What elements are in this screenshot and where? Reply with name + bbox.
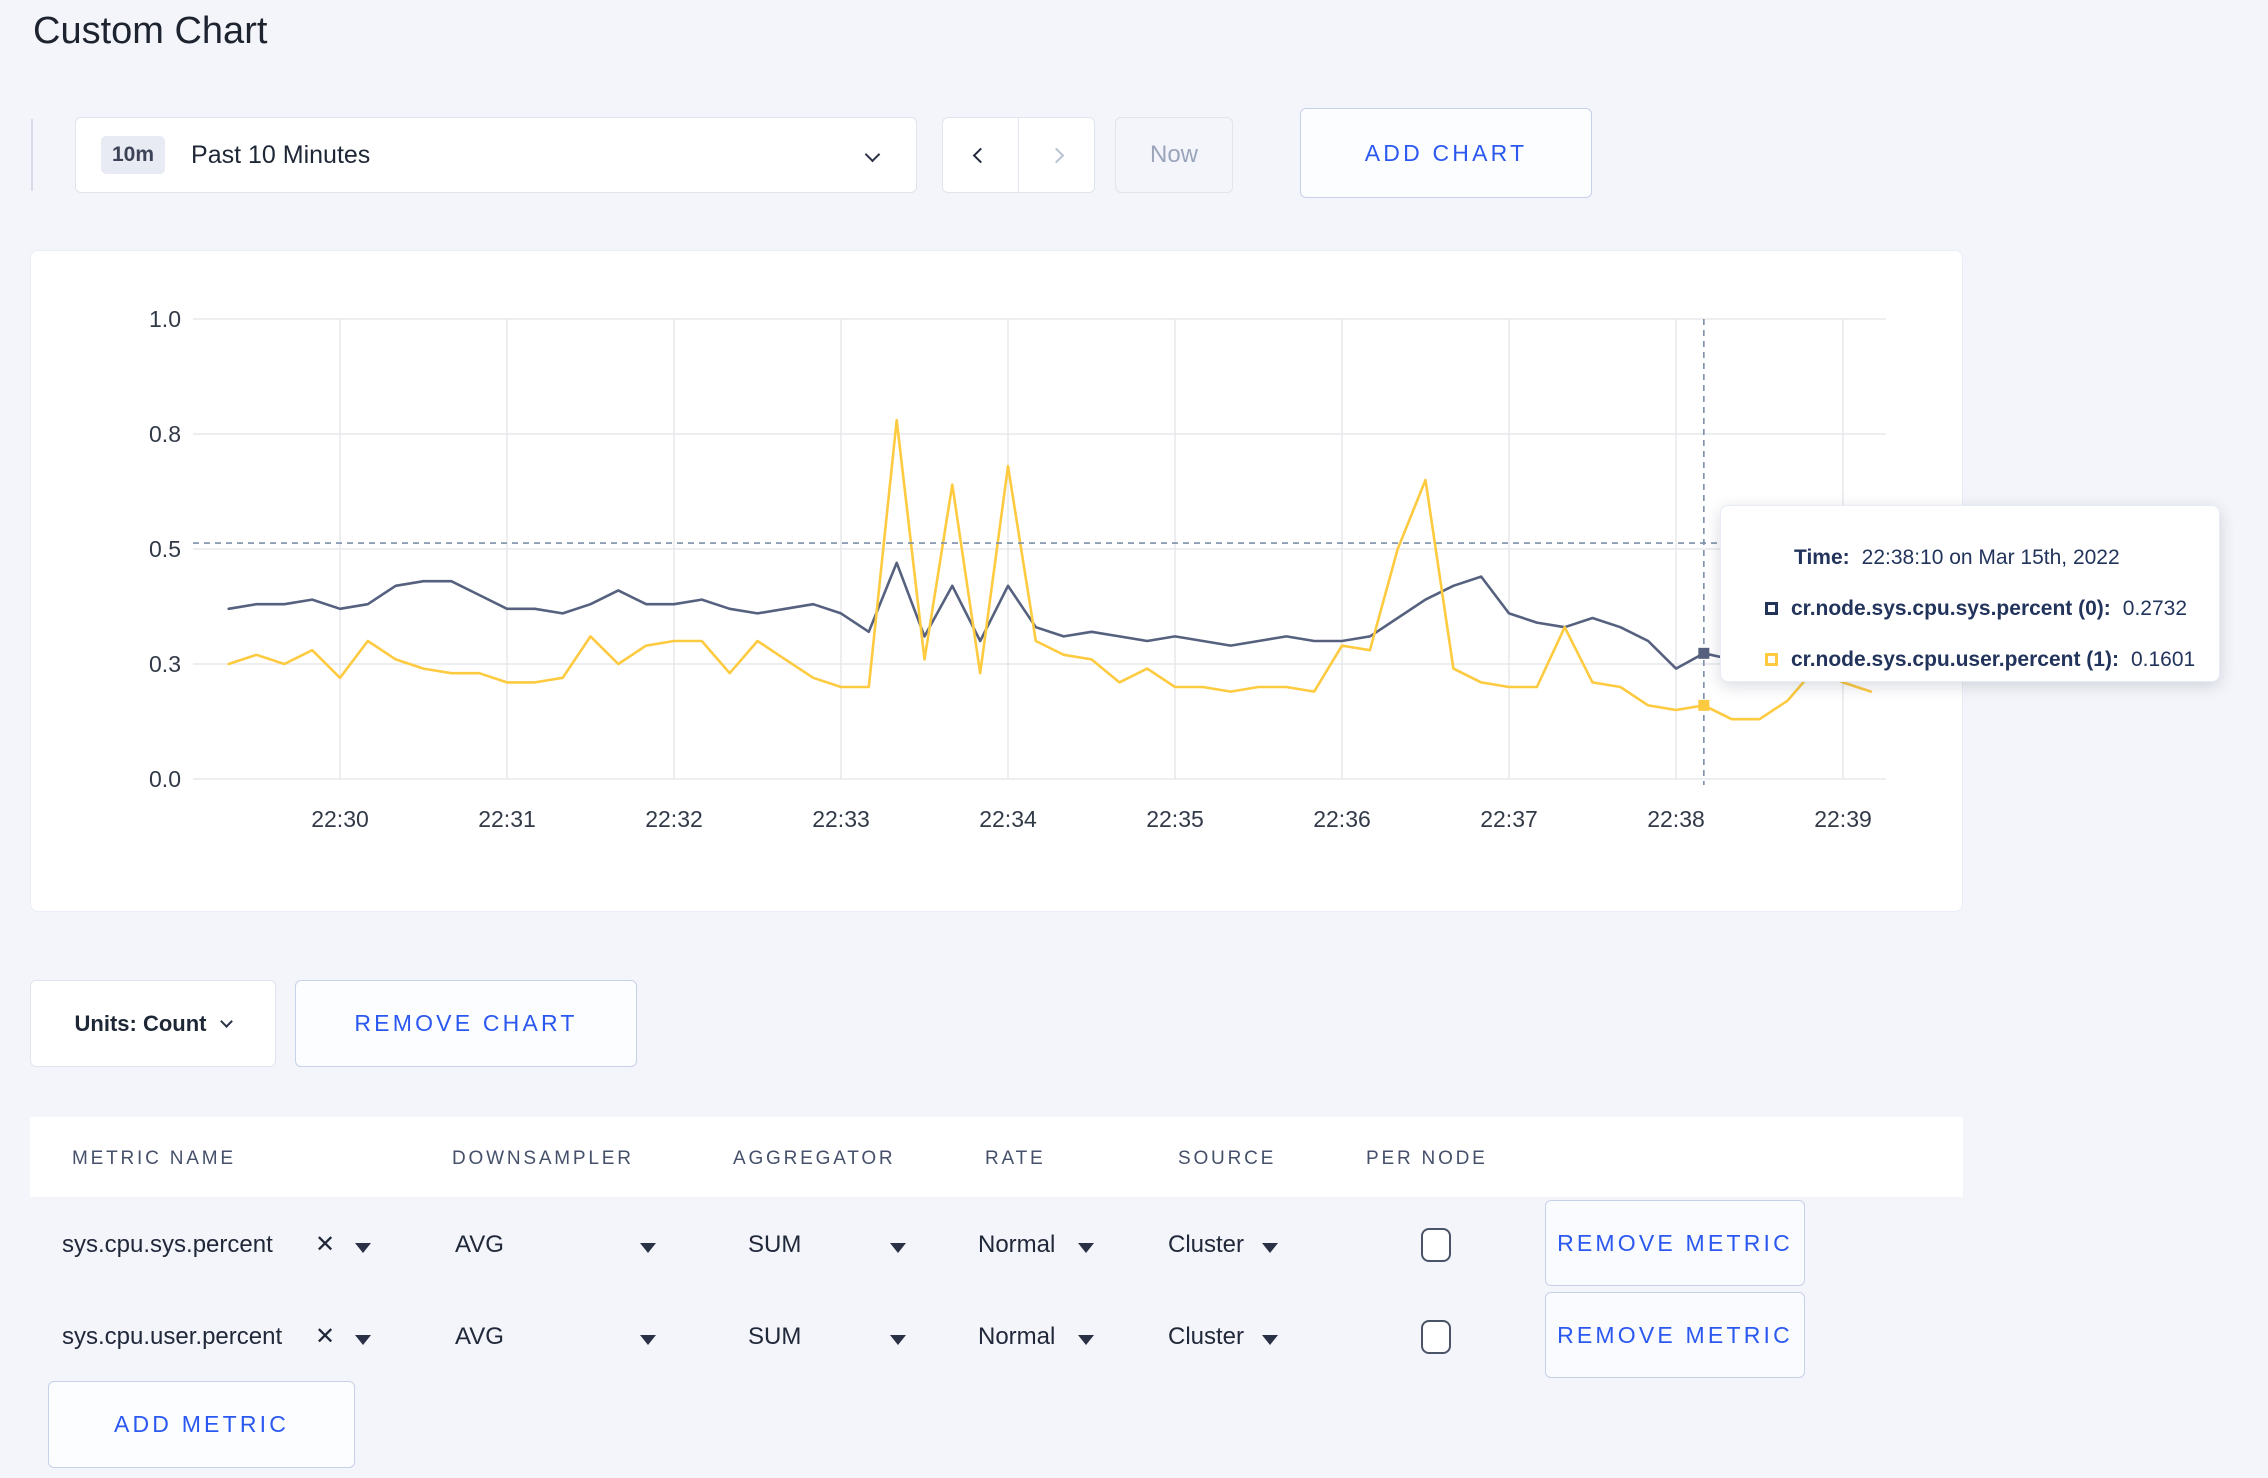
column-header-source: SOURCE: [1178, 1148, 1277, 1169]
rate-select[interactable]: Normal: [978, 1288, 1055, 1386]
source-select[interactable]: Cluster: [1168, 1288, 1244, 1386]
add-chart-button[interactable]: ADD CHART: [1300, 108, 1592, 198]
per-node-checkbox[interactable]: [1421, 1228, 1451, 1262]
chevron-down-icon: [220, 1015, 234, 1028]
aggregator-caret[interactable]: [890, 1332, 906, 1350]
dropdown-caret-icon: [640, 1243, 656, 1253]
time-range-select[interactable]: 10m Past 10 Minutes: [75, 117, 917, 193]
metric-name-caret[interactable]: [355, 1332, 371, 1350]
tooltip-time-row: Time: 22:38:10 on Mar 15th, 2022: [1765, 532, 2199, 583]
source-caret[interactable]: [1262, 1240, 1278, 1258]
y-tick-label: 1.0: [149, 306, 181, 332]
column-header-aggregator: AGGREGATOR: [733, 1148, 896, 1169]
prev-window-button[interactable]: [943, 118, 1018, 192]
dropdown-caret-icon: [890, 1243, 906, 1253]
units-label: Units: Count: [74, 1010, 207, 1036]
x-tick-label: 22:35: [1146, 806, 1204, 832]
x-tick-label: 22:30: [311, 806, 369, 832]
remove-chart-button[interactable]: REMOVE CHART: [295, 980, 637, 1067]
downsampler-caret[interactable]: [640, 1332, 656, 1350]
source-select[interactable]: Cluster: [1168, 1196, 1244, 1294]
tooltip-time-label: Time:: [1794, 545, 1850, 569]
rate-select[interactable]: Normal: [978, 1196, 1055, 1294]
add-metric-button[interactable]: ADD METRIC: [48, 1381, 355, 1468]
y-tick-label: 0.3: [149, 651, 181, 677]
metric-name-select[interactable]: sys.cpu.sys.percent: [62, 1196, 273, 1294]
hover-marker: [1698, 647, 1710, 659]
dropdown-caret-icon: [890, 1335, 906, 1345]
x-tick-label: 22:31: [478, 806, 536, 832]
page-title: Custom Chart: [33, 10, 268, 52]
x-tick-label: 22:38: [1647, 806, 1705, 832]
time-window-pager: [942, 117, 1095, 193]
remove-metric-button[interactable]: REMOVE METRIC: [1545, 1292, 1805, 1378]
downsampler-select[interactable]: AVG: [455, 1288, 504, 1386]
x-tick-label: 22:33: [812, 806, 870, 832]
rate-caret[interactable]: [1078, 1240, 1094, 1258]
chevron-down-icon: [864, 146, 881, 163]
x-tick-label: 22:39: [1814, 806, 1872, 832]
tooltip-series-row: cr.node.sys.cpu.user.percent (1): 0.1601: [1765, 634, 2199, 685]
units-select[interactable]: Units: Count: [30, 980, 276, 1067]
next-window-button[interactable]: [1018, 118, 1094, 192]
y-tick-label: 0.8: [149, 421, 181, 447]
series-swatch-icon: [1765, 653, 1778, 666]
column-header-rate: RATE: [985, 1148, 1046, 1169]
now-button[interactable]: Now: [1115, 117, 1233, 193]
chart-panel: 0.0 0.3 0.5 0.8 1.0 22:30 22:31 22:32 22:33 22:34…: [30, 250, 1963, 912]
remove-metric-button[interactable]: REMOVE METRIC: [1545, 1200, 1805, 1286]
metric-name-select[interactable]: sys.cpu.user.percent: [62, 1288, 282, 1386]
time-range-label: Past 10 Minutes: [191, 140, 371, 169]
clear-metric-x-icon[interactable]: ✕: [315, 1288, 335, 1386]
toolbar-divider: [31, 119, 33, 191]
dropdown-caret-icon: [1262, 1243, 1278, 1253]
aggregator-select[interactable]: SUM: [748, 1288, 801, 1386]
metric-name-caret[interactable]: [355, 1240, 371, 1258]
x-tick-label: 22:36: [1313, 806, 1371, 832]
series-swatch-icon: [1765, 602, 1778, 615]
tooltip-series-name: cr.node.sys.cpu.sys.percent (0):: [1791, 596, 2111, 620]
tooltip-series-value: 0.2732: [2122, 596, 2188, 620]
metrics-table-header: METRIC NAME DOWNSAMPLER AGGREGATOR RATE SOUR…: [30, 1117, 1963, 1197]
clear-metric-x-icon[interactable]: ✕: [315, 1196, 335, 1294]
hover-marker: [1698, 699, 1710, 711]
chart-hover-tooltip: Time: 22:38:10 on Mar 15th, 2022 cr.node…: [1720, 505, 2220, 682]
dropdown-caret-icon: [1078, 1335, 1094, 1345]
column-header-metric-name: METRIC NAME: [72, 1148, 236, 1169]
series-line-user: [227, 418, 1873, 721]
aggregator-select[interactable]: SUM: [748, 1196, 801, 1294]
tooltip-time-value: 22:38:10 on Mar 15th, 2022: [1861, 545, 2120, 569]
x-tick-label: 22:34: [979, 806, 1037, 832]
time-range-badge: 10m: [101, 136, 166, 174]
y-tick-label: 0.5: [149, 536, 181, 562]
dropdown-caret-icon: [1262, 1335, 1278, 1345]
metric-row: sys.cpu.sys.percent ✕ AVG SUM Normal Cluster R…: [30, 1196, 1963, 1294]
x-tick-label: 22:32: [645, 806, 703, 832]
column-header-per-node: PER NODE: [1366, 1148, 1488, 1169]
tooltip-series-name: cr.node.sys.cpu.user.percent (1):: [1791, 647, 2119, 671]
metric-row: sys.cpu.user.percent ✕ AVG SUM Normal Cluster…: [30, 1288, 1963, 1386]
rate-caret[interactable]: [1078, 1332, 1094, 1350]
tooltip-series-value: 0.1601: [2130, 647, 2196, 671]
x-tick-label: 22:37: [1480, 806, 1538, 832]
series-line-sys: [227, 561, 1873, 670]
dropdown-caret-icon: [355, 1243, 371, 1253]
chevron-left-icon: [972, 147, 989, 163]
dropdown-caret-icon: [640, 1335, 656, 1345]
source-caret[interactable]: [1262, 1332, 1278, 1350]
per-node-checkbox[interactable]: [1421, 1320, 1451, 1354]
chevron-right-icon: [1048, 147, 1065, 163]
aggregator-caret[interactable]: [890, 1240, 906, 1258]
dropdown-caret-icon: [1078, 1243, 1094, 1253]
tooltip-series-row: cr.node.sys.cpu.sys.percent (0): 0.2732: [1765, 583, 2199, 634]
time-series-chart[interactable]: 0.0 0.3 0.5 0.8 1.0 22:30 22:31 22:32 22:33 22:34…: [31, 251, 1964, 913]
downsampler-caret[interactable]: [640, 1240, 656, 1258]
column-header-downsampler: DOWNSAMPLER: [452, 1148, 634, 1169]
downsampler-select[interactable]: AVG: [455, 1196, 504, 1294]
y-tick-label: 0.0: [149, 766, 181, 792]
dropdown-caret-icon: [355, 1335, 371, 1345]
